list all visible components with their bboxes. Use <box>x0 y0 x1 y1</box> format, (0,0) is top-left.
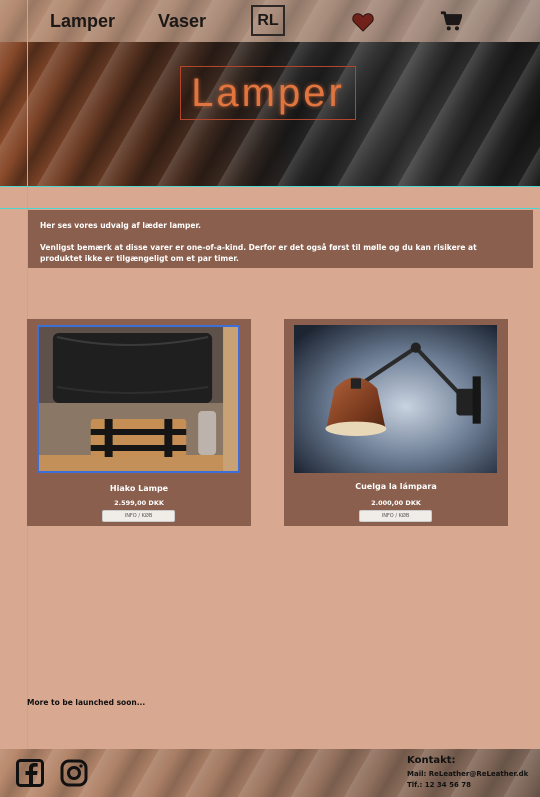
product-price: 2.599,00 DKK <box>114 499 164 507</box>
guide-line-horizontal <box>0 186 540 187</box>
cart-icon[interactable] <box>440 10 462 32</box>
heart-icon[interactable] <box>352 12 374 32</box>
info-buy-button[interactable]: INFO / KØB <box>102 510 175 522</box>
product-card[interactable]: Cuelga la lámpara 2.000,00 DKK INFO / KØ… <box>284 319 508 526</box>
facebook-icon[interactable] <box>16 759 44 787</box>
product-card[interactable]: Hiako Lampe 2.599,00 DKK INFO / KØB <box>27 319 251 526</box>
guide-line-horizontal <box>0 208 540 209</box>
site-logo[interactable]: RL <box>251 5 285 36</box>
hero-title-box: Lamper <box>180 66 356 120</box>
contact-heading: Kontakt: <box>407 755 456 766</box>
contact-email[interactable]: Mail: ReLeather@ReLeather.dk <box>407 770 528 778</box>
product-name[interactable]: Hiako Lampe <box>27 484 251 493</box>
top-navigation: Lamper Vaser RL <box>0 0 540 42</box>
product-price: 2.000,00 DKK <box>371 499 421 507</box>
info-buy-button[interactable]: INFO / KØB <box>359 510 432 522</box>
nav-link-vaser[interactable]: Vaser <box>158 11 206 32</box>
notice-text: Venligst bemærk at disse varer er one-of… <box>40 243 477 263</box>
contact-phone[interactable]: Tlf.: 12 34 56 78 <box>407 781 471 789</box>
product-name[interactable]: Cuelga la lámpara <box>284 482 508 491</box>
product-image[interactable] <box>37 325 240 473</box>
instagram-icon[interactable] <box>60 759 88 787</box>
nav-link-lamper[interactable]: Lamper <box>50 11 115 32</box>
intro-text: Her ses vores udvalg af læder lamper. <box>40 221 201 230</box>
coming-soon-text: More to be launched soon... <box>27 698 146 707</box>
product-image[interactable] <box>294 325 497 473</box>
hero-banner: Lamper <box>0 42 540 186</box>
intro-box: Her ses vores udvalg af læder lamper. Ve… <box>28 210 533 268</box>
hero-title: Lamper <box>191 70 345 115</box>
footer: Kontakt: Mail: ReLeather@ReLeather.dk Tl… <box>0 749 540 797</box>
